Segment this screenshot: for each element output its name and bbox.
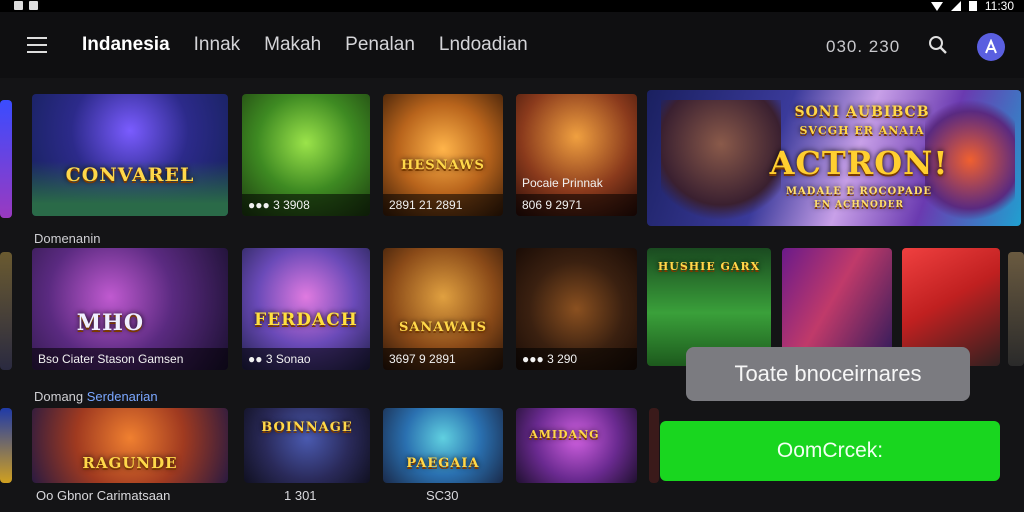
game-tile[interactable]: CONVAREL (32, 94, 228, 216)
game-tile[interactable]: AMIDANG (516, 408, 637, 483)
game-tile[interactable]: BOINNAGE (244, 408, 370, 483)
search-icon[interactable] (928, 35, 948, 55)
game-tile-caption: Bso Ciater Stason Gamsen (32, 348, 228, 370)
avatar-icon (985, 39, 997, 54)
game-tile[interactable]: ●●● 3 3908 (242, 94, 370, 216)
notification-icons (14, 1, 38, 10)
banner-line1: SONI AUBIBCB (794, 104, 930, 120)
game-tile-caption: 2891 21 2891 (383, 194, 503, 216)
game-tile[interactable]: ●●● 3 290 (516, 248, 637, 370)
primary-action-button[interactable]: OomCrcek: (660, 421, 1000, 481)
game-tile[interactable]: PAEGAIA (383, 408, 503, 483)
menu-icon[interactable] (27, 37, 47, 53)
banner-sub: MADALE E ROCOPADE (785, 186, 933, 197)
game-tile-caption: SC30 (426, 488, 459, 503)
game-logo: RAGUNDE (82, 454, 178, 472)
game-tile[interactable]: RAGUNDE (32, 408, 228, 483)
partial-tile-left (0, 252, 12, 370)
featured-banner[interactable]: SONI AUBIBCB SVCGH ER ANAIA ACTRON! MADA… (647, 90, 1021, 226)
tab-makah[interactable]: Makah (264, 34, 321, 56)
signal-icon (950, 1, 961, 11)
game-tile[interactable]: SANAWAIS 3697 9 2891 (383, 248, 503, 370)
game-tile-caption: 1 301 (284, 488, 317, 503)
section-title: Domenanin (34, 231, 101, 246)
tab-lndoadian[interactable]: Lndoadian (439, 34, 528, 56)
partial-tile-right (1008, 252, 1024, 366)
section-title-highlight: Serdenarian (86, 389, 158, 404)
game-tile-caption: ●●● 3 290 (516, 348, 637, 370)
partial-tile-left (0, 100, 12, 218)
wifi-icon (930, 1, 943, 11)
game-tile[interactable]: Pocaie Prinnak 806 9 2971 (516, 94, 637, 216)
banner-title: ACTRON! (769, 144, 949, 182)
coin-balance: 030. 230 (826, 37, 901, 56)
game-tile-caption: 806 9 2971 (516, 194, 637, 216)
game-tile-caption: ●● 3 Sonao (242, 348, 370, 370)
partial-tile (649, 408, 659, 483)
game-logo: AMIDANG (529, 428, 600, 441)
partial-tile-left (0, 408, 12, 483)
battery-icon (968, 1, 977, 11)
game-logo: SANAWAIS (398, 320, 488, 335)
game-logo: PAEGAIA (406, 456, 480, 471)
section-title: Domang Serdenarian (34, 389, 158, 404)
banner-small: EN ACHNODER (813, 200, 905, 210)
tab-innak[interactable]: Innak (194, 34, 240, 56)
status-bar: 11:30 (0, 0, 1024, 13)
game-logo: CONVAREL (65, 164, 195, 186)
tab-indanesia[interactable]: Indanesia (82, 34, 170, 56)
game-tile-caption: Oo Gbnor Carimatsaan (36, 488, 171, 503)
game-logo: MHO (76, 310, 145, 336)
game-logo: BOINNAGE (261, 420, 353, 435)
avatar[interactable] (977, 33, 1005, 61)
banner-line2: SVCGH ER ANAIA (799, 124, 925, 137)
game-tile-caption: 3697 9 2891 (383, 348, 503, 370)
section-title-part: Domang (34, 389, 84, 404)
game-logo: FERDACH (254, 310, 358, 330)
toast-message: Toate bnoceirnares (686, 347, 970, 401)
game-logo: HESNAWS (401, 158, 485, 173)
game-tile[interactable]: HESNAWS 2891 21 2891 (383, 94, 503, 216)
game-tile[interactable]: MHO Bso Ciater Stason Gamsen (32, 248, 228, 370)
category-tabs: Indanesia Innak Makah Penalan Lndoadian (82, 34, 552, 56)
game-tile-caption: Pocaie Prinnak (522, 176, 603, 190)
tab-penalan[interactable]: Penalan (345, 34, 415, 56)
game-tile[interactable]: FERDACH ●● 3 Sonao (242, 248, 370, 370)
game-tile-caption: ●●● 3 3908 (242, 194, 370, 216)
top-navigation: Indanesia Innak Makah Penalan Lndoadian … (0, 12, 1024, 78)
game-logo: HUSHIE GARX (657, 260, 761, 273)
